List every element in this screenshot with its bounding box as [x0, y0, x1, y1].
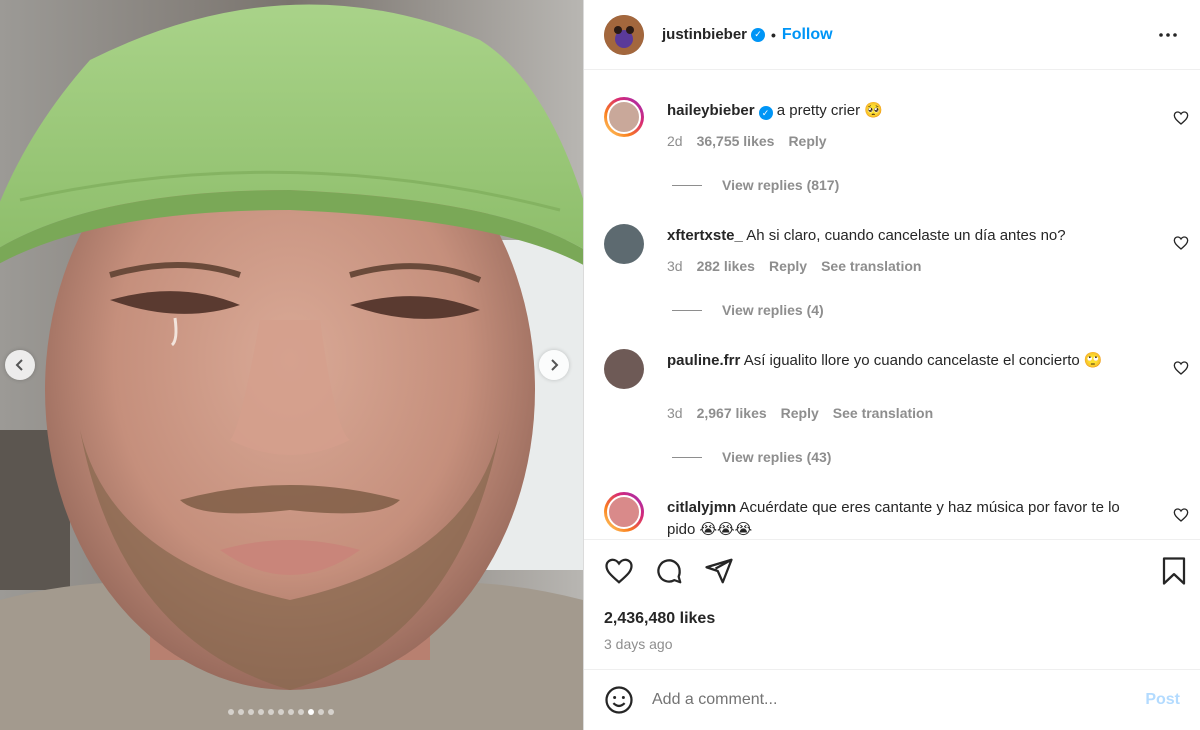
comment-meta: 2d 36,755 likes Reply	[667, 133, 827, 149]
carousel-indicator	[228, 709, 334, 715]
comment-likes[interactable]: 282 likes	[697, 258, 755, 274]
commenter-avatar[interactable]	[604, 224, 644, 264]
like-comment-icon[interactable]	[1173, 360, 1189, 376]
emoji-icon[interactable]	[604, 685, 634, 715]
comment-meta: 3d 2,967 likes Reply See translation	[667, 405, 933, 421]
reply-button[interactable]: Reply	[781, 405, 819, 421]
view-replies-button[interactable]: View replies (43)	[672, 449, 831, 465]
comment-text: xftertxste_ Ah si claro, cuando cancelas…	[667, 225, 1152, 247]
carousel-dot	[318, 709, 324, 715]
commenter-avatar[interactable]	[604, 97, 644, 137]
carousel-dot	[248, 709, 254, 715]
comment-meta: 3d 282 likes Reply See translation	[667, 258, 921, 274]
comment-content: a pretty crier 🥺	[776, 102, 883, 119]
comment-age: 3d	[667, 258, 683, 274]
post-side-panel: justinbieber ✓ • Follow haileybieber ✓ a …	[584, 0, 1200, 730]
post-actions	[584, 540, 1200, 600]
carousel-dot	[308, 709, 314, 715]
author-username[interactable]: justinbieber	[662, 26, 747, 43]
view-replies-label: View replies (43)	[722, 449, 832, 465]
post-photo	[0, 0, 583, 730]
comment-content: Así igualito llore yo cuando cancelaste …	[743, 352, 1103, 369]
chevron-left-icon	[15, 359, 23, 371]
carousel-dot	[238, 709, 244, 715]
view-replies-button[interactable]: View replies (817)	[672, 177, 839, 193]
comment-text: citlalyjmn Acuérdate que eres cantante y…	[667, 497, 1152, 539]
author-avatar[interactable]	[604, 14, 644, 55]
comment-username[interactable]: xftertxste_	[667, 227, 743, 244]
comment-text: pauline.frr Así igualito llore yo cuando…	[667, 350, 1152, 372]
comment-username[interactable]: citlalyjmn	[667, 499, 736, 516]
more-horizontal-icon	[1159, 32, 1177, 37]
post-likes-count[interactable]: 2,436,480 likes	[604, 610, 715, 628]
carousel-dot	[258, 709, 264, 715]
verified-badge-icon: ✓	[751, 27, 766, 42]
carousel-dot	[278, 709, 284, 715]
bookmark-icon[interactable]	[1159, 556, 1189, 586]
commenter-avatar[interactable]	[604, 492, 644, 532]
view-replies-button[interactable]: View replies (4)	[672, 302, 824, 318]
post-header: justinbieber ✓ • Follow	[584, 0, 1200, 70]
see-translation-button[interactable]: See translation	[833, 405, 933, 421]
post-modal: justinbieber ✓ • Follow haileybieber ✓ a …	[0, 0, 1200, 730]
carousel-dot	[288, 709, 294, 715]
follow-button[interactable]: Follow	[782, 26, 833, 44]
comment-text: haileybieber ✓ a pretty crier 🥺	[667, 100, 1152, 122]
comments-list[interactable]: haileybieber ✓ a pretty crier 🥺 2d 36,755…	[584, 70, 1200, 540]
more-options-button[interactable]	[1156, 23, 1180, 47]
carousel-previous-button[interactable]	[5, 350, 35, 380]
comment-age: 3d	[667, 405, 683, 421]
comment-icon[interactable]	[654, 556, 684, 586]
like-comment-icon[interactable]	[1173, 235, 1189, 251]
view-replies-label: View replies (4)	[722, 302, 824, 318]
replies-divider	[672, 456, 702, 458]
verified-badge-icon: ✓	[758, 106, 773, 120]
comment-likes[interactable]: 2,967 likes	[697, 405, 767, 421]
carousel-dot	[298, 709, 304, 715]
like-comment-icon[interactable]	[1173, 507, 1189, 523]
comment-username[interactable]: haileybieber	[667, 102, 755, 119]
carousel-dot	[268, 709, 274, 715]
post-media	[0, 0, 583, 730]
add-comment-input[interactable]	[652, 691, 1136, 709]
carousel-dot	[328, 709, 334, 715]
see-translation-button[interactable]: See translation	[821, 258, 921, 274]
carousel-dot	[228, 709, 234, 715]
reply-button[interactable]: Reply	[788, 133, 826, 149]
comment-composer: Post	[584, 670, 1200, 730]
post-timestamp[interactable]: 3 days ago	[604, 636, 673, 652]
view-replies-label: View replies (817)	[722, 177, 840, 193]
like-comment-icon[interactable]	[1173, 110, 1189, 126]
reply-button[interactable]: Reply	[769, 258, 807, 274]
carousel-next-button[interactable]	[539, 350, 569, 380]
replies-divider	[672, 309, 702, 311]
share-icon[interactable]	[704, 556, 734, 586]
separator-dot: •	[771, 26, 776, 43]
chevron-right-icon	[551, 359, 559, 371]
comment-username[interactable]: pauline.frr	[667, 352, 740, 369]
commenter-avatar[interactable]	[604, 349, 644, 389]
comment-age: 2d	[667, 133, 683, 149]
comment-likes[interactable]: 36,755 likes	[697, 133, 775, 149]
like-icon[interactable]	[604, 556, 634, 586]
comment-content: Ah si claro, cuando cancelaste un día an…	[746, 227, 1066, 244]
replies-divider	[672, 184, 702, 186]
post-comment-button[interactable]: Post	[1145, 691, 1180, 709]
